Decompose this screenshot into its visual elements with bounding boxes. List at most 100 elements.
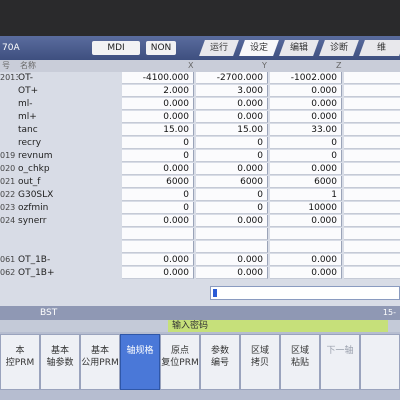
table-row: 020 o_chkp 0.000 0.000 0.000 <box>0 163 400 175</box>
param-value-z[interactable] <box>270 241 342 253</box>
param-value-y[interactable]: 0.000 <box>196 163 268 175</box>
param-value-z[interactable]: 1 <box>270 189 342 201</box>
param-value-x[interactable]: 0.000 <box>122 254 194 266</box>
param-value-x[interactable]: 0 <box>122 202 194 214</box>
param-name: o_chkp <box>18 164 50 174</box>
param-value-z[interactable]: 0.000 <box>270 98 342 110</box>
param-value-x[interactable]: 0 <box>122 189 194 201</box>
param-number: 062 <box>0 268 16 277</box>
softkey-8[interactable]: 区域 粘贴 <box>280 334 320 390</box>
param-number: 020 <box>0 164 16 173</box>
param-value-y[interactable]: 6000 <box>196 176 268 188</box>
param-value-z[interactable]: 0.000 <box>270 254 342 266</box>
param-value-y[interactable]: 0 <box>196 150 268 162</box>
tab-diagnosis[interactable]: 诊断 <box>319 40 359 56</box>
param-value-z[interactable]: 0.000 <box>270 267 342 279</box>
param-value-z[interactable]: 10000 <box>270 202 342 214</box>
param-name: OT- <box>18 73 34 83</box>
softkey-3[interactable]: 基本 公用PRM <box>80 334 120 390</box>
param-value-extra <box>344 85 400 97</box>
param-value-x[interactable]: 0.000 <box>122 111 194 123</box>
param-value-extra <box>344 202 400 214</box>
password-prompt: 输入密码 <box>168 320 388 332</box>
param-value-x[interactable]: 0.000 <box>122 163 194 175</box>
softkey-4[interactable]: 轴规格 <box>120 334 160 390</box>
param-number <box>0 98 18 110</box>
softkey-label-line1: 基本 <box>90 346 109 356</box>
table-row: ml- 0.000 0.000 0.000 <box>0 98 400 110</box>
param-number: 023 <box>0 203 16 212</box>
param-value-y[interactable] <box>196 241 268 253</box>
system-id: 70A <box>2 43 20 53</box>
mode2-indicator: NON <box>146 41 176 55</box>
param-value-x[interactable]: -4100.000 <box>122 72 194 84</box>
param-value-z[interactable]: 0.000 <box>270 215 342 227</box>
table-row: 2013 OT- -4100.000 -2700.000 -1002.000 <box>0 72 400 84</box>
param-value-x[interactable]: 15.00 <box>122 124 194 136</box>
softkey-1[interactable]: 本控PRM <box>0 334 40 390</box>
softkey-label-line1: 基本 <box>50 346 69 356</box>
param-value-x[interactable] <box>122 241 194 253</box>
param-value-z[interactable]: 0.000 <box>270 111 342 123</box>
softkey-9[interactable]: 下一轴 <box>320 334 360 390</box>
param-value-x[interactable]: 0 <box>122 137 194 149</box>
param-value-x[interactable]: 0 <box>122 150 194 162</box>
softkey-5[interactable]: 原点复位PRM <box>160 334 200 390</box>
param-value-x[interactable]: 0.000 <box>122 215 194 227</box>
status-row: BST 15- <box>0 306 400 320</box>
col-x-label: X <box>188 61 194 70</box>
tab-maintenance[interactable]: 维 <box>359 40 400 56</box>
param-value-y[interactable]: 0.000 <box>196 254 268 266</box>
param-value-z[interactable]: 0 <box>270 150 342 162</box>
param-name: OT_1B+ <box>18 268 55 278</box>
param-value-z[interactable]: 0.000 <box>270 85 342 97</box>
softkey-label-line2: 复位PRM <box>161 358 199 368</box>
param-name: revnum <box>18 151 53 161</box>
status-bst: BST <box>40 308 58 318</box>
softkey-7[interactable]: 区域 拷贝 <box>240 334 280 390</box>
softkey-label-line2: 轴参数 <box>46 358 74 368</box>
param-name: OT_1B- <box>18 255 51 265</box>
softkey-label-line1: 原点 <box>170 346 189 356</box>
param-value-x[interactable]: 6000 <box>122 176 194 188</box>
param-value-y[interactable]: 0.000 <box>196 267 268 279</box>
param-value-z[interactable]: -1002.000 <box>270 72 342 84</box>
softkey-10[interactable] <box>360 334 400 390</box>
param-value-x[interactable] <box>122 228 194 240</box>
table-row: 061 OT_1B- 0.000 0.000 0.000 <box>0 254 400 266</box>
param-value-z[interactable]: 33.00 <box>270 124 342 136</box>
softkey-label-line1: 区域 <box>250 346 269 356</box>
param-value-y[interactable]: 3.000 <box>196 85 268 97</box>
param-value-y[interactable]: 0 <box>196 137 268 149</box>
param-value-x[interactable]: 0.000 <box>122 267 194 279</box>
tab-edit[interactable]: 编辑 <box>279 40 319 56</box>
tab-setup[interactable]: 设定 <box>239 40 279 56</box>
input-field[interactable] <box>210 286 400 300</box>
softkey-label-line1: 本 <box>15 346 25 356</box>
param-value-z[interactable]: 0.000 <box>270 163 342 175</box>
param-number: 024 <box>0 216 16 225</box>
param-value-y[interactable]: 0.000 <box>196 215 268 227</box>
param-name: OT+ <box>18 86 39 96</box>
param-value-extra <box>344 150 400 162</box>
param-value-z[interactable]: 6000 <box>270 176 342 188</box>
param-value-y[interactable]: 15.00 <box>196 124 268 136</box>
table-row: 019 revnum 0 0 0 <box>0 150 400 162</box>
softkey-6[interactable]: 参数 编号 <box>200 334 240 390</box>
param-value-y[interactable]: -2700.000 <box>196 72 268 84</box>
softkey-label-line2: 控PRM <box>5 358 35 368</box>
softkey-2[interactable]: 基本 轴参数 <box>40 334 80 390</box>
tab-run[interactable]: 运行 <box>199 40 239 56</box>
softkey-label-line2: 粘贴 <box>290 358 309 368</box>
param-value-y[interactable] <box>196 228 268 240</box>
param-value-z[interactable]: 0 <box>270 137 342 149</box>
param-value-y[interactable]: 0.000 <box>196 98 268 110</box>
param-value-x[interactable]: 2.000 <box>122 85 194 97</box>
param-value-y[interactable]: 0.000 <box>196 111 268 123</box>
param-value-x[interactable]: 0.000 <box>122 98 194 110</box>
param-number <box>0 137 18 149</box>
table-row <box>0 228 400 240</box>
param-value-y[interactable]: 0 <box>196 189 268 201</box>
param-value-y[interactable]: 0 <box>196 202 268 214</box>
param-value-z[interactable] <box>270 228 342 240</box>
